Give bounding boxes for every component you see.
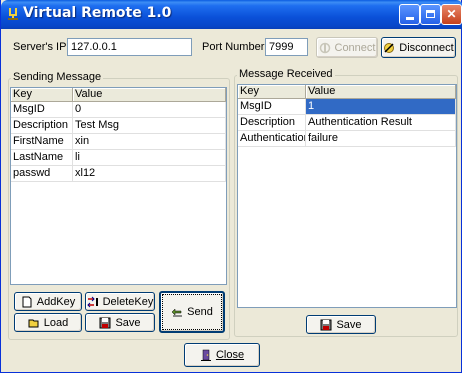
table-row[interactable]: LastName li [11, 150, 226, 166]
column-header-key[interactable]: Key [238, 85, 306, 98]
save-sending-button[interactable]: Save [85, 313, 155, 332]
row-value: Authentication Result [306, 115, 456, 130]
save-received-button[interactable]: Save [306, 315, 376, 334]
title-bar[interactable]: Virtual Remote 1.0 ✕ [1, 0, 462, 29]
server-ip-label: Server's IP [13, 41, 67, 53]
row-value: failure [306, 131, 456, 146]
row-key: Authentication [240, 131, 306, 146]
delete-key-label: DeleteKey [102, 295, 154, 308]
load-button[interactable]: Load [14, 313, 82, 332]
port-field[interactable]: 7999 [265, 38, 308, 56]
save-label: Save [336, 318, 362, 331]
maximize-button[interactable] [420, 4, 441, 25]
table-row[interactable]: Description Test Msg [11, 118, 226, 134]
row-value: 1 [306, 99, 456, 114]
port-label: Port Number [202, 41, 265, 53]
save-icon [320, 319, 332, 330]
row-value: 0 [73, 102, 226, 117]
sending-group-title: Sending Message [11, 71, 104, 83]
disconnect-label: Disconnect [399, 41, 454, 54]
server-ip-field[interactable]: 127.0.0.1 [67, 38, 192, 56]
disconnect-icon [384, 42, 395, 53]
open-folder-icon [28, 319, 39, 327]
row-value: Test Msg [73, 118, 226, 133]
window-title: Virtual Remote 1.0 [23, 5, 172, 21]
row-key: FirstName [11, 134, 73, 149]
table-row[interactable]: Description Authentication Result [238, 115, 456, 131]
connect-button[interactable]: Connect [316, 37, 378, 58]
maximize-icon [426, 10, 435, 18]
delete-key-button[interactable]: DeleteKey [85, 292, 155, 311]
send-button[interactable]: Send [159, 291, 225, 333]
close-icon: ✕ [446, 7, 457, 21]
row-value: xl12 [73, 166, 226, 181]
row-key: LastName [11, 150, 73, 165]
row-key: MsgID [11, 102, 73, 117]
sending-table-header: Key Value [11, 88, 226, 102]
disconnect-button[interactable]: Disconnect [381, 37, 456, 58]
connect-icon [319, 42, 330, 53]
column-header-value[interactable]: Value [306, 85, 456, 98]
close-button[interactable]: Close [184, 343, 260, 367]
delete-key-icon [86, 296, 98, 307]
load-label: Load [43, 316, 69, 329]
exit-door-icon [200, 349, 211, 361]
row-value: li [73, 150, 226, 165]
minimize-icon [406, 17, 414, 20]
sending-table[interactable]: Key Value MsgID 0 Description Test Msg F… [10, 87, 227, 285]
close-label: Close [215, 349, 245, 361]
received-table[interactable]: Key Value MsgID 1 Description Authentica… [237, 84, 457, 308]
send-icon [171, 308, 183, 317]
tuning-fork-icon [8, 8, 18, 20]
add-key-label: AddKey [36, 295, 76, 308]
column-header-key[interactable]: Key [11, 88, 73, 101]
row-value: xin [73, 134, 226, 149]
column-header-value[interactable]: Value [73, 88, 226, 101]
send-label: Send [187, 306, 213, 318]
table-row[interactable]: MsgID 0 [11, 102, 226, 118]
row-key: MsgID [238, 99, 306, 114]
app-window: Virtual Remote 1.0 ✕ Server's IP 127.0.0… [0, 0, 462, 373]
table-row[interactable]: passwd xl12 [11, 166, 226, 182]
row-key: Description [238, 115, 306, 130]
new-document-icon [22, 296, 32, 307]
connect-label: Connect [334, 41, 376, 54]
close-window-button[interactable]: ✕ [441, 4, 462, 25]
minimize-button[interactable] [399, 4, 420, 25]
received-group-title: Message Received [237, 68, 335, 80]
received-table-header: Key Value [238, 85, 456, 99]
row-key: passwd [11, 166, 73, 181]
table-row[interactable]: FirstName xin [11, 134, 226, 150]
save-label: Save [115, 316, 141, 329]
add-key-button[interactable]: AddKey [14, 292, 82, 311]
table-row-selected[interactable]: MsgID 1 [238, 99, 456, 115]
save-icon [99, 317, 111, 328]
table-row[interactable]: Authentication failure [238, 131, 456, 147]
row-key: Description [11, 118, 73, 133]
